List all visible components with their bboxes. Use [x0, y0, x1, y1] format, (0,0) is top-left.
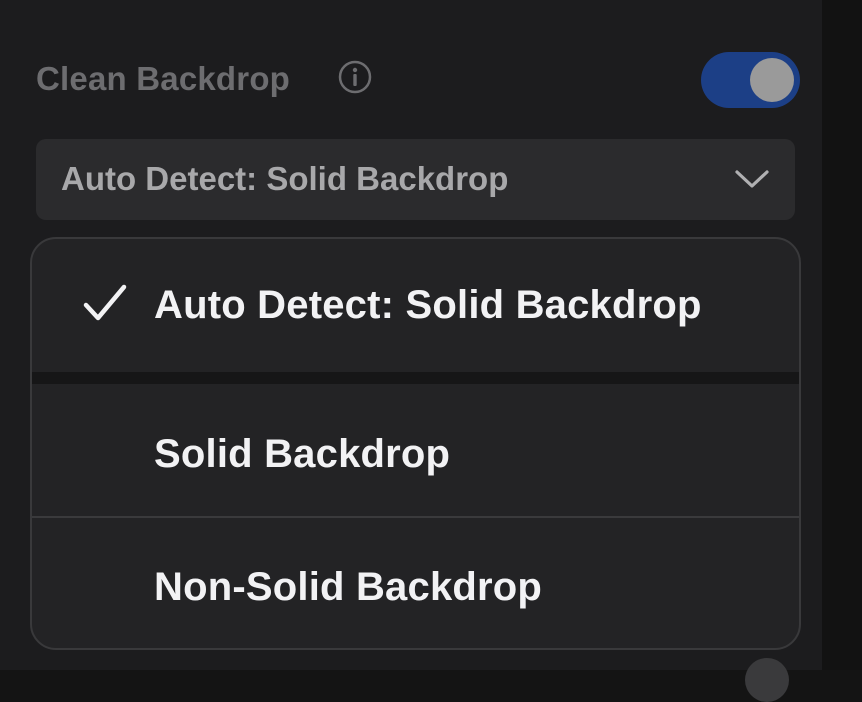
- info-icon[interactable]: [338, 60, 372, 94]
- settings-panel: Clean Backdrop Auto Detect: Solid Backdr…: [0, 0, 822, 702]
- backdrop-mode-menu: Auto Detect: Solid Backdrop Solid Backdr…: [30, 237, 801, 650]
- partial-toggle-knob: [745, 658, 789, 702]
- menu-option-label: Non-Solid Backdrop: [154, 565, 543, 609]
- clean-backdrop-row: Clean Backdrop: [36, 52, 802, 108]
- toggle-knob: [750, 58, 794, 102]
- chevron-down-icon: [733, 167, 771, 191]
- menu-option-auto-detect[interactable]: Auto Detect: Solid Backdrop: [32, 239, 799, 372]
- checkmark-icon: [82, 283, 128, 323]
- menu-divider: [32, 372, 799, 384]
- menu-option-solid[interactable]: Solid Backdrop: [32, 384, 799, 517]
- backdrop-mode-select[interactable]: Auto Detect: Solid Backdrop: [36, 139, 795, 220]
- clean-backdrop-label: Clean Backdrop: [36, 60, 291, 97]
- menu-option-label: Solid Backdrop: [154, 432, 451, 476]
- panel-edge: [822, 0, 862, 670]
- menu-option-non-solid[interactable]: Non-Solid Backdrop: [32, 518, 799, 648]
- select-value: Auto Detect: Solid Backdrop: [61, 160, 509, 197]
- menu-option-label: Auto Detect: Solid Backdrop: [154, 283, 702, 327]
- clean-backdrop-toggle[interactable]: [701, 52, 800, 108]
